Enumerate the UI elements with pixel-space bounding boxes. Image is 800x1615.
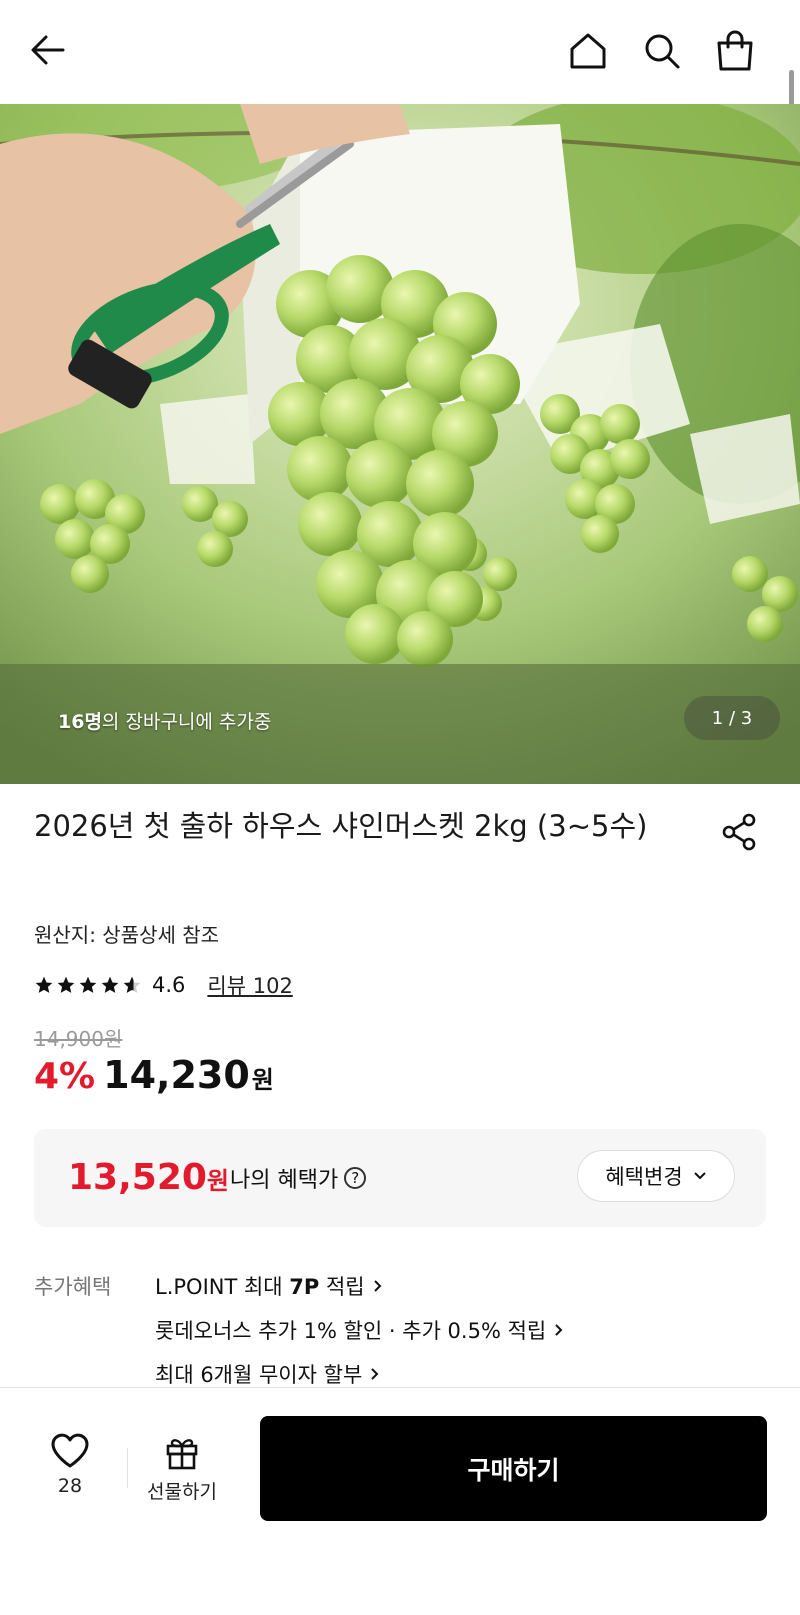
benefit-price: 13,520원 [68,1157,229,1198]
rating-value: 4.6 [152,973,186,997]
home-icon [570,33,606,69]
product-image [0,104,800,784]
home-button[interactable] [567,30,609,72]
heart-icon [51,1433,89,1468]
cart-count-text: 의 장바구니에 추가중 [101,711,272,733]
arrow-left-icon [31,35,65,65]
benefit-price-unit: 원 [206,1167,230,1195]
top-nav-bar [0,0,800,104]
cart-count-caption: 16명의 장바구니에 추가중 [58,707,271,734]
original-price: 14,900원 [34,1027,123,1051]
extra-benefit-label: 추가혜택 [34,1275,112,1299]
chevron-down-icon [693,1172,706,1180]
extra-benefit-bold: 7P [289,1275,320,1299]
gift-icon [166,1439,198,1470]
chevron-right-icon [555,1324,563,1336]
change-benefit-button[interactable]: 혜택변경 [577,1150,735,1202]
benefit-label: 나의 혜택가 [230,1168,339,1193]
review-link[interactable]: 리뷰 102 [207,970,292,1000]
extra-benefit-text: 최대 6개월 무이자 할부 [155,1363,363,1387]
extra-benefit-text: 롯데오너스 추가 1% 할인 · 추가 0.5% 적립 [155,1319,547,1343]
gift-label: 선물하기 [147,1481,217,1503]
benefit-price-box: 13,520원 나의 혜택가 ? 혜택변경 [34,1129,766,1227]
bottom-action-bar: 28 선물하기 구매하기 [0,1387,800,1615]
gift-button[interactable]: 선물하기 [140,1433,224,1504]
extra-benefit-lotte-owners[interactable]: 롯데오너스 추가 1% 할인 · 추가 0.5% 적립 [155,1315,564,1345]
extra-benefit-suffix: 적립 [319,1275,365,1299]
back-button[interactable] [28,30,68,70]
star-icon [35,976,53,993]
share-button[interactable] [720,812,760,856]
share-icon [722,813,756,851]
star-icon [57,976,75,993]
extra-benefit-lpoint[interactable]: L.POINT 최대 7P 적립 [155,1271,383,1301]
benefit-price-value: 13,520 [68,1157,207,1198]
wishlist-button[interactable]: 28 [40,1433,100,1497]
half-star-icon [123,976,141,993]
star-icon [101,976,119,993]
discount-rate: 4% [34,1056,96,1097]
star-icon [79,976,97,993]
buy-button[interactable]: 구매하기 [260,1416,767,1521]
rating-row: 4.6 리뷰 102 [34,970,293,1000]
sale-price: 14,230 [103,1053,250,1097]
price-row: 4% 14,230 원 [34,1053,274,1097]
change-benefit-label: 혜택변경 [605,1165,683,1189]
cart-button[interactable] [714,28,756,72]
extra-benefit-text: L.POINT 최대 7P 적립 [155,1271,365,1301]
star-rating [34,975,142,995]
extra-benefit-prefix: L.POINT 최대 [155,1275,290,1299]
price-unit: 원 [251,1066,274,1094]
product-title: 2026년 첫 출하 하우스 샤인머스켓 2kg (3~5수) [34,809,648,843]
question-circle-icon[interactable]: ? [344,1167,367,1189]
wishlist-count: 28 [57,1475,83,1497]
origin-text: 원산지: 상품상세 참조 [34,923,220,947]
chevron-right-icon [371,1368,379,1380]
shopping-bag-icon [717,30,753,71]
search-button[interactable] [641,30,683,72]
image-pager: 1 / 3 [684,696,780,740]
search-icon [645,34,680,69]
product-image-carousel[interactable] [0,104,800,784]
divider [127,1448,128,1488]
chevron-right-icon [373,1280,382,1292]
benefit-label-group: 나의 혜택가 ? [230,1162,367,1194]
cart-count-number: 16명 [58,711,102,733]
extra-benefit-installment[interactable]: 최대 6개월 무이자 할부 [155,1359,380,1389]
